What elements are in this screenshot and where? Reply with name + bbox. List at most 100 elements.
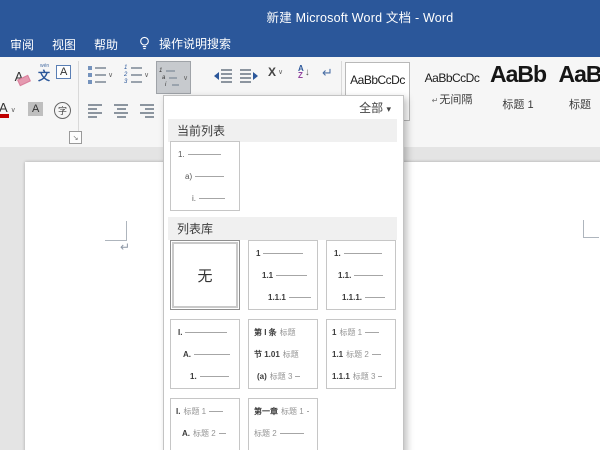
phonetic-char: 文 [38, 69, 50, 83]
list-library-item-article-section[interactable]: 第 I 条标题 节 1.01标题 (a)标题 3 [248, 319, 318, 389]
bullets-button[interactable]: ∨ [88, 66, 113, 84]
bullet-dot [88, 66, 92, 70]
chevron-down-icon: ∨ [11, 106, 16, 114]
list-library-item-chapter[interactable]: 第一章标题 1 标题 2 标题 3 [248, 398, 318, 450]
font-color-button[interactable]: A ∨ [0, 101, 16, 118]
indent-bars [240, 69, 251, 83]
bar [95, 67, 106, 69]
preview-line [219, 433, 226, 434]
preview-line [365, 332, 379, 333]
none-label: 无 [197, 265, 212, 286]
preview-line [185, 332, 227, 333]
enclose-characters-button[interactable]: 字 [54, 102, 71, 119]
list-library-item-decimal[interactable]: 1 1.1 1.1.1 [248, 240, 318, 310]
align-right-button[interactable] [140, 104, 154, 118]
list-num: 1.1 [332, 350, 343, 359]
asian-layout-icon: X [268, 65, 276, 79]
bar [169, 77, 177, 79]
enclose-characters-icon: 字 [54, 102, 71, 119]
show-hide-marks-button[interactable]: ↵ [322, 65, 333, 81]
list-num: 节 1.01 [254, 350, 280, 359]
font-color-icon: A [0, 101, 9, 118]
tell-me-search[interactable]: 操作说明搜索 [138, 35, 231, 52]
list-library-item-decimal-dot[interactable]: 1. 1.1. 1.1.1. [326, 240, 396, 310]
increase-indent-button[interactable] [240, 69, 258, 83]
style-preview: AaBbCcDc [425, 71, 480, 85]
list-filter-dropdown[interactable]: 全部 ▾ [359, 99, 391, 116]
list-library-item-heading-decimal[interactable]: 1标题 1 1.1标题 2 1.1.1标题 3 [326, 319, 396, 389]
preview-line [295, 376, 300, 377]
list-num: 1. [334, 249, 341, 258]
list-num: 1 [256, 249, 260, 258]
num: 1 [159, 69, 163, 73]
align-left-button[interactable] [88, 104, 102, 118]
style-heading-1[interactable]: AaBb 标题 1 [489, 59, 547, 112]
list-text: 标题 [280, 328, 296, 337]
list-num: i. [192, 194, 196, 203]
style-no-spacing[interactable]: AaBbCcDc ↵无间隔 [420, 69, 484, 107]
list-library-item-heading-roman[interactable]: I.标题 1 A.标题 2 1.标题 3 [170, 398, 240, 450]
font-dialog-launcher[interactable]: ↘ [69, 131, 82, 144]
current-list-item[interactable]: 1. a) i. [170, 141, 240, 211]
character-border-icon: A [56, 65, 71, 79]
word-window: 新建 Microsoft Word 文档 - Word 审阅 视图 帮助 操作说… [0, 0, 600, 450]
phonetic-pinyin: wén [40, 63, 49, 69]
title-bar: 新建 Microsoft Word 文档 - Word [0, 0, 600, 30]
section-header-list-library: 列表库 [168, 217, 397, 240]
list-text: 标题 1 [183, 407, 206, 416]
list-num: 1.1.1. [342, 293, 362, 302]
list-num: A. [182, 429, 190, 438]
return-mark-icon: ↵ [432, 96, 439, 105]
paragraph-mark-icon: ↵ [322, 65, 333, 81]
character-shading-button[interactable]: A [28, 102, 43, 116]
numbering-icon: 1 2 3 [124, 66, 142, 84]
list-num: 1. [178, 150, 185, 159]
list-text: 标题 [283, 350, 299, 359]
align-center-button[interactable] [114, 104, 128, 118]
list-library-none[interactable]: 无 [170, 240, 240, 310]
down-arrow-icon: ↓ [305, 67, 310, 78]
multilevel-list-button[interactable]: 1 a i ∨ [156, 61, 191, 94]
list-text: 标题 3 [353, 372, 376, 381]
paragraph-end-mark: ↵ [120, 240, 130, 254]
list-text: 标题 1 [281, 407, 304, 416]
chevron-down-icon: ∨ [108, 71, 113, 79]
num: 1 [124, 66, 128, 70]
multilevel-list-dropdown: 全部 ▾ 当前列表 1. a) i. 列表库 无 1 1.1 1.1.1 1. … [163, 95, 404, 450]
sort-button[interactable]: A Z ↓ [298, 65, 310, 79]
style-heading-2[interactable]: AaB 标题 [551, 59, 600, 112]
tab-review[interactable]: 审阅 [10, 36, 34, 53]
numbering-button[interactable]: 1 2 3 ∨ [124, 66, 149, 84]
preview-line [199, 198, 225, 199]
preview-line [307, 411, 309, 412]
multilevel-list-icon: 1 a i [159, 69, 179, 87]
chevron-down-icon: ∨ [144, 71, 149, 79]
decrease-indent-button[interactable] [214, 69, 232, 83]
bullet-dot [88, 80, 92, 84]
preview-line [280, 433, 304, 434]
tab-view[interactable]: 视图 [52, 36, 76, 53]
preview-line [194, 354, 230, 355]
num: 2 [124, 73, 128, 77]
list-num: I. [178, 328, 182, 337]
preview-line [200, 376, 229, 377]
style-label: ↵无间隔 [420, 91, 484, 107]
list-num: 1.1.1 [268, 293, 286, 302]
tab-help[interactable]: 帮助 [94, 36, 118, 53]
group-divider [78, 61, 79, 139]
phonetic-guide-button[interactable]: wén 文 [33, 64, 55, 88]
style-preview: AaBbCcDc [346, 73, 409, 87]
list-text: 标题 1 [339, 328, 362, 337]
margin-crop-mark-top-right [583, 220, 599, 238]
clear-formatting-button[interactable]: A [8, 65, 30, 87]
num: 3 [124, 80, 128, 84]
character-border-button[interactable]: A [56, 65, 71, 79]
sort-icon: A Z [298, 65, 304, 79]
bar [131, 67, 142, 69]
style-label-text: 无间隔 [439, 94, 472, 106]
list-num: (a) [257, 372, 267, 381]
style-label: 标题 1 [489, 96, 547, 112]
list-text: 标题 2 [193, 429, 216, 438]
asian-layout-button[interactable]: X ∨ [268, 65, 283, 79]
list-library-item-roman[interactable]: I. A. 1. [170, 319, 240, 389]
